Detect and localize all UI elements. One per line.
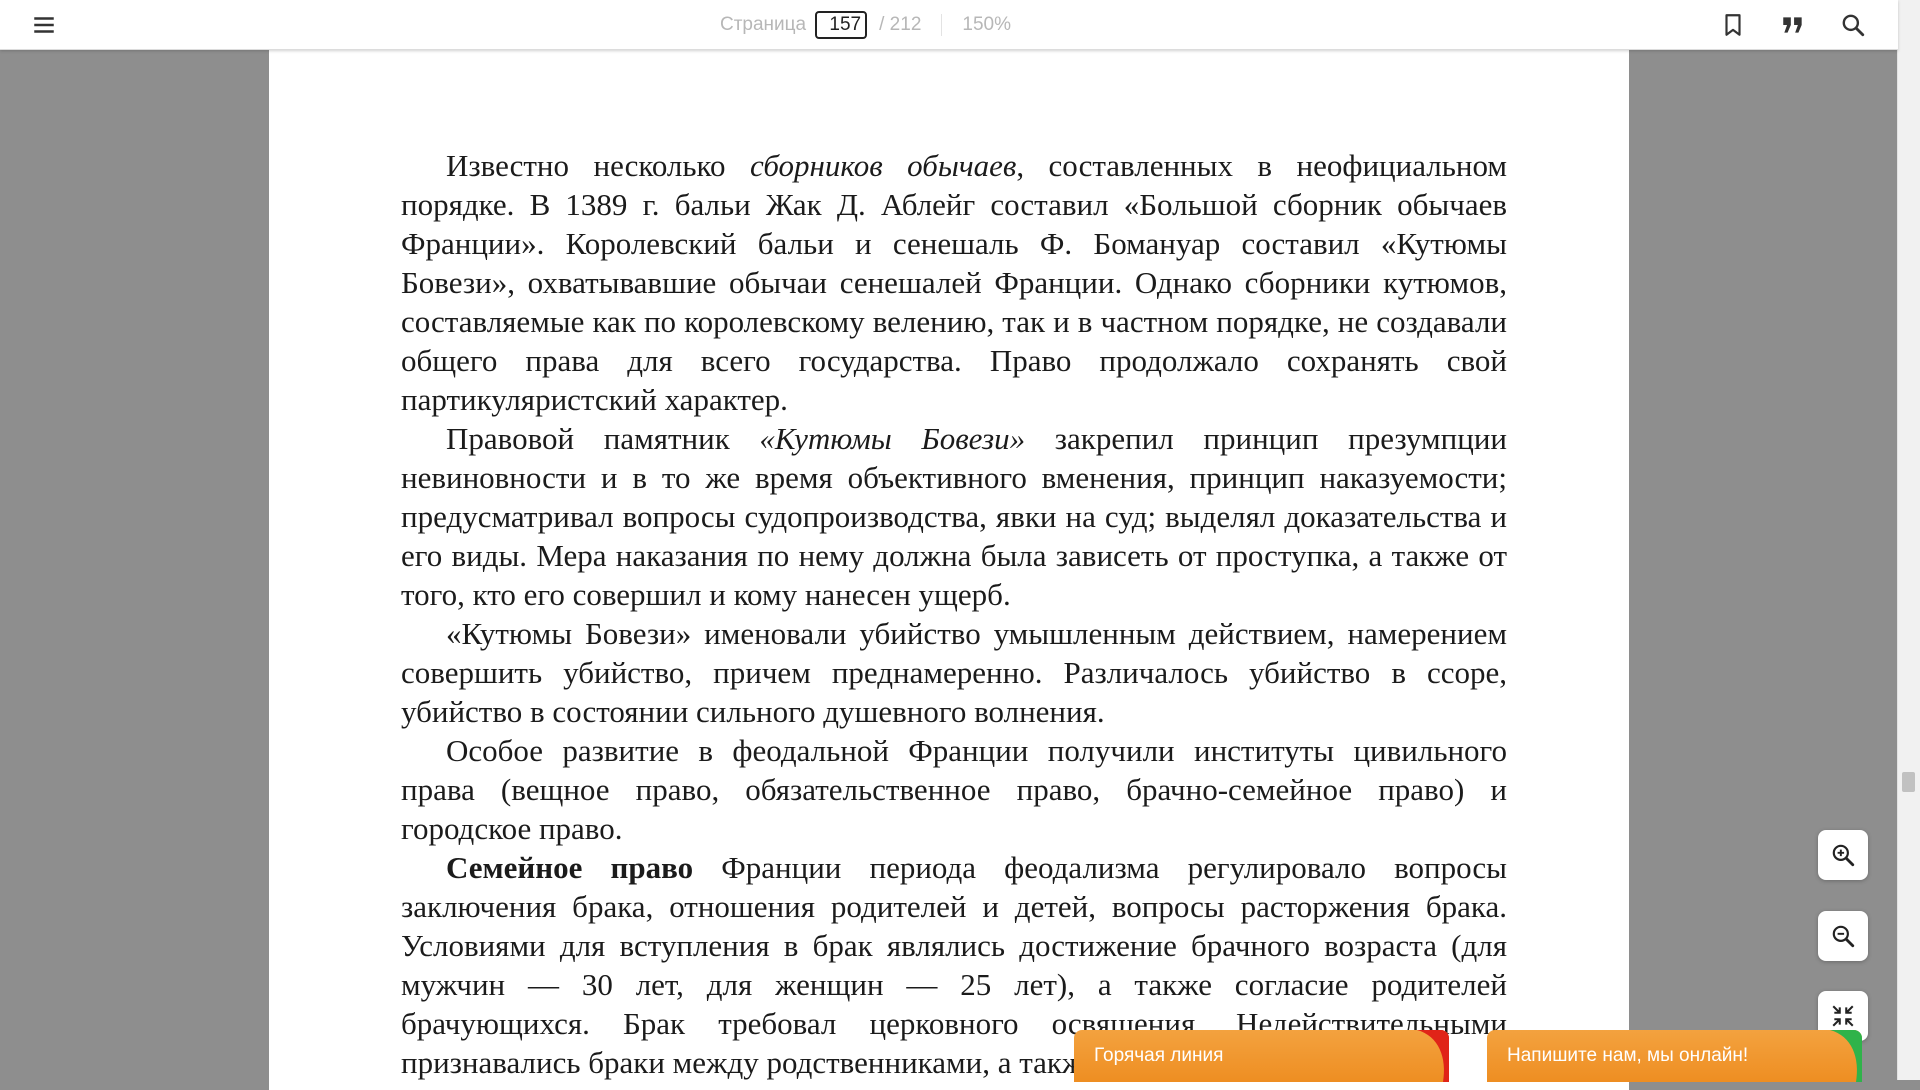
quote-icon[interactable] xyxy=(1775,7,1811,43)
paragraph: Правовой памятник «Кутюмы Бовези» закреп… xyxy=(401,419,1507,614)
scrollbar-thumb[interactable] xyxy=(1902,772,1915,792)
page-label: Страница xyxy=(720,13,807,35)
paragraph: Известно несколько сборников обычаев, со… xyxy=(401,146,1507,419)
italic-term: «Кутюмы Бовези» xyxy=(759,421,1026,456)
italic-term: сборников обычаев xyxy=(750,148,1017,183)
zoom-in-button[interactable] xyxy=(1818,830,1868,880)
search-icon[interactable] xyxy=(1835,7,1871,43)
online-chat-label: Напишите нам, мы онлайн! xyxy=(1507,1045,1749,1066)
bookmark-icon[interactable] xyxy=(1715,7,1751,43)
bold-term: Семейное право xyxy=(446,850,694,885)
zoom-out-icon xyxy=(1832,925,1855,948)
top-toolbar: Страница / 212 150% xyxy=(0,0,1898,50)
vertical-scrollbar[interactable] xyxy=(1897,0,1920,1080)
paragraph: «Кутюмы Бовези» именовали убийство умышл… xyxy=(401,616,1507,729)
text-run: Известно несколько xyxy=(446,148,750,183)
zoom-out-button[interactable] xyxy=(1818,911,1868,961)
red-leaf-icon xyxy=(1417,1030,1449,1082)
toolbar-divider xyxy=(941,13,943,36)
zoom-in-icon xyxy=(1832,844,1855,867)
paragraph: Особое развитие в феодальной Франции пол… xyxy=(401,733,1507,846)
zoom-level[interactable]: 150% xyxy=(962,14,1011,36)
text-run: , составленных в неофициальном порядке. … xyxy=(401,148,1507,417)
page-text: Известно несколько сборников обычаев, со… xyxy=(401,146,1507,1082)
green-leaf-icon xyxy=(1830,1030,1862,1082)
online-chat-button[interactable]: Напишите нам, мы онлайн! xyxy=(1487,1030,1862,1082)
hotline-label: Горячая линия xyxy=(1094,1045,1224,1066)
hamburger-menu-icon[interactable] xyxy=(26,7,62,43)
page-number-input[interactable] xyxy=(815,10,868,39)
hotline-chat-button[interactable]: Горячая линия xyxy=(1074,1030,1449,1082)
text-run: Правовой памятник xyxy=(446,421,760,456)
fullscreen-exit-icon xyxy=(1832,1005,1854,1027)
total-pages: / 212 xyxy=(879,13,922,35)
document-page: Известно несколько сборников обычаев, со… xyxy=(269,50,1629,1090)
page-navigator: Страница / 212 150% xyxy=(720,0,1011,49)
